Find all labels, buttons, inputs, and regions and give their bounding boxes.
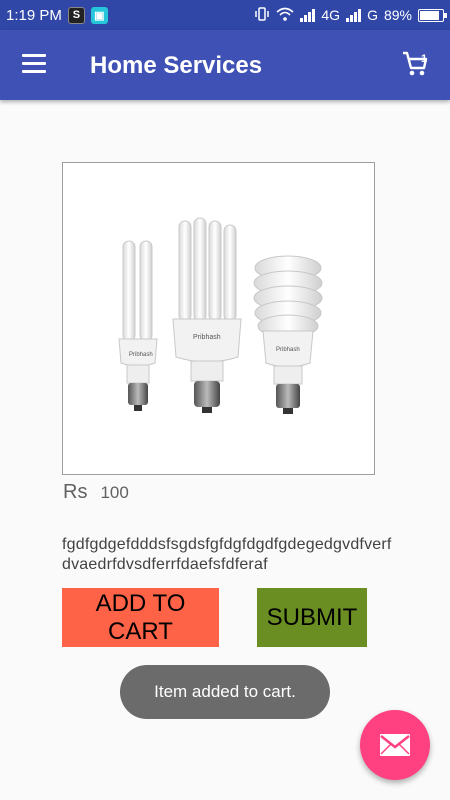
status-right: 4G G 89% bbox=[254, 6, 447, 24]
cart-count-badge: 1 bbox=[421, 53, 428, 65]
signal-icon-2 bbox=[346, 8, 362, 22]
svg-text:Pribhash: Pribhash bbox=[276, 347, 300, 353]
cart-button[interactable]: 1 bbox=[402, 50, 432, 80]
submit-button[interactable]: SUBMIT bbox=[257, 588, 367, 647]
app-title: Home Services bbox=[90, 52, 263, 79]
network-type: 4G bbox=[321, 7, 341, 23]
email-fab-button[interactable] bbox=[360, 710, 430, 780]
app-bar: Home Services 1 bbox=[0, 30, 450, 100]
status-bar: 1:19 PM S ▣ 4G G 89% bbox=[0, 0, 450, 30]
vibrate-icon bbox=[254, 6, 270, 24]
scanner-notification-icon: ▣ bbox=[90, 6, 108, 24]
app-notification-icon: S bbox=[67, 6, 85, 24]
hamburger-icon bbox=[22, 54, 48, 73]
toast-message: Item added to cart. bbox=[120, 665, 330, 719]
status-left: 1:19 PM S ▣ bbox=[6, 6, 108, 24]
cfl-bulbs-image: Pribhash Pribhash Pribhash bbox=[118, 217, 323, 414]
product-image: Pribhash Pribhash Pribhash bbox=[62, 162, 375, 475]
bulb-3u: Pribhash bbox=[172, 217, 242, 413]
bulb-spiral: Pribhash bbox=[253, 255, 323, 414]
product-description: fgdfgdgefdddsfsgdsfgfdgfdgdfgdegedgvdfve… bbox=[62, 536, 392, 573]
price-row: Rs 100 bbox=[63, 481, 129, 504]
price-currency: Rs bbox=[63, 481, 88, 503]
price-value: 100 bbox=[100, 483, 129, 502]
signal-icon bbox=[300, 8, 316, 22]
svg-text:Pribhash: Pribhash bbox=[193, 334, 221, 341]
wifi-icon bbox=[276, 7, 294, 24]
add-to-cart-button[interactable]: ADD TO CART bbox=[62, 588, 219, 647]
network-type-2: G bbox=[367, 7, 378, 23]
status-time: 1:19 PM bbox=[6, 6, 62, 24]
battery-icon bbox=[418, 8, 447, 22]
battery-percent: 89% bbox=[383, 7, 412, 23]
mail-icon bbox=[380, 734, 410, 756]
menu-button[interactable] bbox=[22, 54, 48, 76]
bulb-2u: Pribhash bbox=[118, 240, 158, 411]
svg-text:Pribhash: Pribhash bbox=[129, 352, 153, 358]
